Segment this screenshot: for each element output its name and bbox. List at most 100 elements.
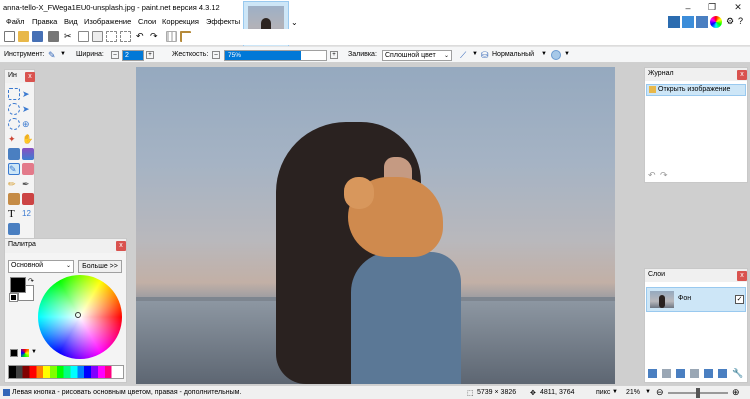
line-curve-icon[interactable]: 12	[22, 208, 34, 220]
history-item[interactable]: Открыть изображение	[646, 84, 746, 96]
open-icon[interactable]	[18, 31, 29, 42]
recolor-icon[interactable]	[22, 193, 34, 205]
add-layer-icon[interactable]	[648, 369, 657, 378]
magic-wand-icon[interactable]: ✦	[8, 133, 20, 145]
gradient-icon[interactable]	[22, 148, 34, 160]
primary-mini-swatch[interactable]	[10, 349, 18, 357]
color-wheel[interactable]	[38, 275, 122, 359]
duplicate-layer-icon[interactable]	[676, 369, 685, 378]
paint-bucket-icon[interactable]	[8, 148, 20, 160]
width-decrease-button[interactable]: –	[111, 51, 119, 59]
rectangle-select-icon[interactable]	[8, 88, 20, 100]
menu-layers[interactable]: Слои	[138, 17, 156, 26]
blend-mode-value[interactable]: Нормальный	[492, 51, 534, 58]
menu-file[interactable]: Файл	[6, 17, 24, 26]
unit-dropdown-icon[interactable]: ▼	[612, 389, 618, 395]
antialiasing-dropdown-icon[interactable]: ▼	[472, 51, 478, 57]
pencil-icon[interactable]: ✏	[8, 178, 20, 190]
cut-icon[interactable]: ✂	[64, 31, 75, 42]
move-layer-down-icon[interactable]	[718, 369, 727, 378]
layer-properties-icon[interactable]: 🔧	[732, 368, 743, 379]
paste-icon[interactable]	[92, 31, 103, 42]
copy-icon[interactable]	[78, 31, 89, 42]
palette-menu-dropdown-icon[interactable]: ▼	[31, 349, 37, 355]
pan-icon[interactable]: ✋	[22, 133, 34, 145]
close-button[interactable]: ✕	[726, 0, 750, 15]
grid-icon[interactable]	[166, 31, 177, 42]
zoom-value[interactable]: 21%	[626, 389, 640, 396]
antialiasing-icon[interactable]: ⟋	[460, 50, 470, 60]
help-icon[interactable]: ?	[738, 16, 748, 28]
shapes-icon[interactable]	[8, 223, 20, 235]
tool-dropdown-icon[interactable]: ▼	[60, 51, 66, 57]
tab-dropdown-icon[interactable]: ⌄	[291, 18, 298, 27]
tools-panel-close-button[interactable]: x	[25, 72, 35, 82]
selection-dropdown-icon[interactable]: ▼	[564, 51, 570, 57]
deselect-icon[interactable]	[120, 31, 131, 42]
menu-adjustments[interactable]: Коррекция	[162, 17, 199, 26]
redo-icon[interactable]: ↷	[150, 31, 161, 42]
palette-close-button[interactable]: x	[116, 241, 126, 251]
palette-swatch-strip[interactable]	[8, 365, 124, 379]
text-icon[interactable]: T	[8, 208, 20, 220]
ellipse-select-icon[interactable]	[8, 118, 20, 130]
paintbrush-tool-icon[interactable]: ✎	[8, 163, 20, 175]
zoom-slider[interactable]	[668, 388, 728, 398]
tools-toggle-icon[interactable]	[668, 16, 680, 28]
ruler-icon[interactable]	[180, 31, 191, 42]
zoom-slider-thumb[interactable]	[696, 388, 700, 398]
blend-dropdown-icon[interactable]: ▼	[541, 51, 547, 57]
primary-color-swatch[interactable]	[10, 277, 26, 293]
palette-mode-select[interactable]: Основной ⌄	[8, 260, 74, 273]
history-toggle-icon[interactable]	[682, 16, 694, 28]
palette-menu-icon[interactable]	[21, 349, 29, 357]
undo-icon[interactable]: ↶	[136, 31, 147, 42]
menu-edit[interactable]: Правка	[32, 17, 57, 26]
layers-close-button[interactable]: x	[737, 271, 747, 281]
width-input[interactable]: 2	[122, 50, 144, 61]
colors-toggle-icon[interactable]	[710, 16, 722, 28]
layer-item[interactable]: Фон ✓	[646, 287, 746, 312]
menu-effects[interactable]: Эффекты	[206, 17, 240, 26]
history-redo-icon[interactable]: ↷	[660, 170, 668, 181]
minimize-button[interactable]: –	[676, 0, 700, 15]
maximize-button[interactable]: ❐	[700, 0, 724, 15]
paintbrush-icon[interactable]: ✎	[48, 50, 58, 60]
zoom-icon[interactable]: ⊕	[22, 118, 34, 130]
save-icon[interactable]	[32, 31, 43, 42]
hardness-increase-button[interactable]: +	[330, 51, 338, 59]
menu-view[interactable]: Вид	[64, 17, 78, 26]
layers-toggle-icon[interactable]	[696, 16, 708, 28]
print-icon[interactable]	[48, 31, 59, 42]
zoom-out-icon[interactable]: ⊖	[656, 387, 664, 398]
hardness-slider[interactable]: 75%	[224, 50, 327, 61]
blend-mode-icon[interactable]: ⛁	[481, 50, 490, 60]
eraser-icon[interactable]	[22, 163, 34, 175]
canvas-image[interactable]	[136, 67, 615, 384]
lasso-select-icon[interactable]	[8, 103, 20, 115]
reset-colors-icon[interactable]	[9, 293, 18, 302]
selection-mode-icon[interactable]	[551, 50, 561, 60]
more-colors-button[interactable]: Больше >>	[78, 260, 122, 273]
swap-colors-icon[interactable]: ↷	[28, 277, 34, 285]
move-selection-icon[interactable]: ➤	[22, 103, 34, 115]
fill-select[interactable]: Сплошной цвет ⌄	[382, 50, 452, 61]
zoom-in-icon[interactable]: ⊕	[732, 387, 740, 398]
unit-select[interactable]: пикс	[596, 389, 610, 396]
color-picker-icon[interactable]: ✒	[22, 178, 34, 190]
history-undo-icon[interactable]: ↶	[648, 170, 656, 181]
zoom-dropdown-icon[interactable]: ▼	[645, 389, 651, 395]
history-close-button[interactable]: x	[737, 70, 747, 80]
hardness-decrease-button[interactable]: –	[212, 51, 220, 59]
delete-layer-icon[interactable]	[662, 369, 671, 378]
merge-layer-icon[interactable]	[690, 369, 699, 378]
layer-visibility-checkbox[interactable]: ✓	[735, 295, 744, 304]
width-increase-button[interactable]: +	[146, 51, 154, 59]
menu-image[interactable]: Изображение	[84, 17, 131, 26]
clone-stamp-icon[interactable]	[8, 193, 20, 205]
move-layer-up-icon[interactable]	[704, 369, 713, 378]
settings-icon[interactable]: ⚙	[726, 16, 736, 28]
new-icon[interactable]	[4, 31, 15, 42]
move-selected-icon[interactable]: ➤	[22, 88, 34, 100]
crop-icon[interactable]	[106, 31, 117, 42]
